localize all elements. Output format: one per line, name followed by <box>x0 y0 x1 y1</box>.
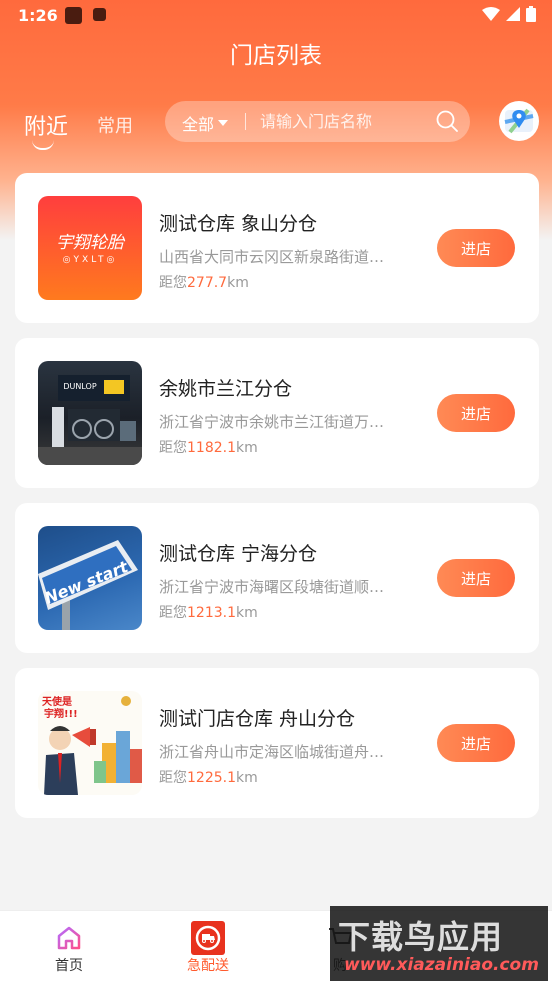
tab-common[interactable]: 常用 <box>97 112 133 138</box>
svg-text:◎YXLT◎: ◎YXLT◎ <box>63 255 118 265</box>
distance-unit: km <box>236 770 258 786</box>
store-list: 宇翔轮胎 ◎YXLT◎ 测试仓库 象山分仓 山西省大同市云冈区新泉路街道… 距您… <box>15 173 539 833</box>
store-photo: DUNLOP <box>38 361 142 465</box>
nav-express-label: 急配送 <box>187 958 229 974</box>
store-name: 余姚市兰江分仓 <box>159 378 293 400</box>
nav-express-delivery[interactable]: 急配送 <box>168 921 248 975</box>
store-distance: 距您1213.1km <box>159 602 258 622</box>
store-name: 测试仓库 宁海分仓 <box>159 543 318 565</box>
enter-store-button[interactable]: 进店 <box>437 229 515 267</box>
distance-unit: km <box>236 440 258 456</box>
store-distance: 距您1182.1km <box>159 437 258 457</box>
enter-store-button[interactable]: 进店 <box>437 559 515 597</box>
distance-unit: km <box>227 275 249 291</box>
store-card[interactable]: 宇翔轮胎 ◎YXLT◎ 测试仓库 象山分仓 山西省大同市云冈区新泉路街道… 距您… <box>15 173 539 323</box>
search-bar: 全部 <box>165 101 470 142</box>
notification-icon <box>65 7 82 24</box>
store-distance: 距您277.7km <box>159 272 249 292</box>
store-address: 山西省大同市云冈区新泉路街道… <box>159 248 385 266</box>
map-pin-icon <box>504 108 534 134</box>
watermark-title: 下载鸟应用 <box>338 918 504 956</box>
search-filter-label: 全部 <box>182 115 215 134</box>
distance-value: 277.7 <box>187 275 228 291</box>
store-poster: 天使是 宇翔!!! <box>38 691 142 795</box>
nav-home-label: 首页 <box>55 958 83 974</box>
enter-store-button[interactable]: 进店 <box>437 394 515 432</box>
caret-down-icon <box>218 120 229 126</box>
store-name: 测试仓库 象山分仓 <box>159 213 318 235</box>
store-photo: New start <box>38 526 142 630</box>
home-icon <box>57 926 81 950</box>
svg-text:宇翔轮胎: 宇翔轮胎 <box>56 233 126 253</box>
wifi-icon <box>482 7 500 21</box>
svg-text:天使是: 天使是 <box>42 695 72 708</box>
store-address: 浙江省宁波市余姚市兰江街道万… <box>159 413 385 431</box>
status-bar: 1:26 <box>0 0 552 32</box>
search-input[interactable] <box>260 109 420 133</box>
store-logo: 宇翔轮胎 ◎YXLT◎ <box>38 196 142 300</box>
notification-icon-small <box>93 8 106 21</box>
svg-text:DUNLOP: DUNLOP <box>63 382 96 391</box>
distance-prefix: 距您 <box>159 605 187 621</box>
distance-value: 1213.1 <box>187 605 236 621</box>
distance-prefix: 距您 <box>159 440 187 456</box>
battery-icon <box>526 6 536 22</box>
store-name: 测试门店仓库 舟山分仓 <box>159 708 356 730</box>
search-icon[interactable] <box>436 110 458 132</box>
distance-unit: km <box>236 605 258 621</box>
store-card[interactable]: DUNLOP 余姚市兰江分仓 浙江省宁波市余姚市兰江街道万… 距您1182.1k… <box>15 338 539 488</box>
svg-text:宇翔!!!: 宇翔!!! <box>44 707 78 720</box>
tab-nearby[interactable]: 附近 <box>24 109 68 141</box>
nav-home[interactable]: 首页 <box>29 921 109 975</box>
distance-value: 1182.1 <box>187 440 236 456</box>
watermark-overlay: 下载鸟应用 www.xiazainiao.com <box>330 906 548 981</box>
map-button[interactable] <box>499 101 539 141</box>
search-divider <box>245 113 246 130</box>
store-card[interactable]: 天使是 宇翔!!! 测试门店仓库 舟山分仓 浙江省舟山市定海区临城街道舟… 距您… <box>15 668 539 818</box>
store-distance: 距您1225.1km <box>159 767 258 787</box>
store-address: 浙江省舟山市定海区临城街道舟… <box>159 743 385 761</box>
enter-store-button[interactable]: 进店 <box>437 724 515 762</box>
store-card[interactable]: New start 测试仓库 宁海分仓 浙江省宁波市海曙区段塘街道顺… 距您12… <box>15 503 539 653</box>
search-filter-dropdown[interactable]: 全部 <box>182 111 229 135</box>
signal-icon <box>506 7 520 21</box>
page-title: 门店列表 <box>230 43 322 69</box>
delivery-truck-icon <box>191 921 225 955</box>
status-time: 1:26 <box>18 6 58 25</box>
distance-prefix: 距您 <box>159 275 187 291</box>
watermark-url: www.xiazainiao.com <box>344 955 539 975</box>
distance-value: 1225.1 <box>187 770 236 786</box>
distance-prefix: 距您 <box>159 770 187 786</box>
store-address: 浙江省宁波市海曙区段塘街道顺… <box>159 578 385 596</box>
